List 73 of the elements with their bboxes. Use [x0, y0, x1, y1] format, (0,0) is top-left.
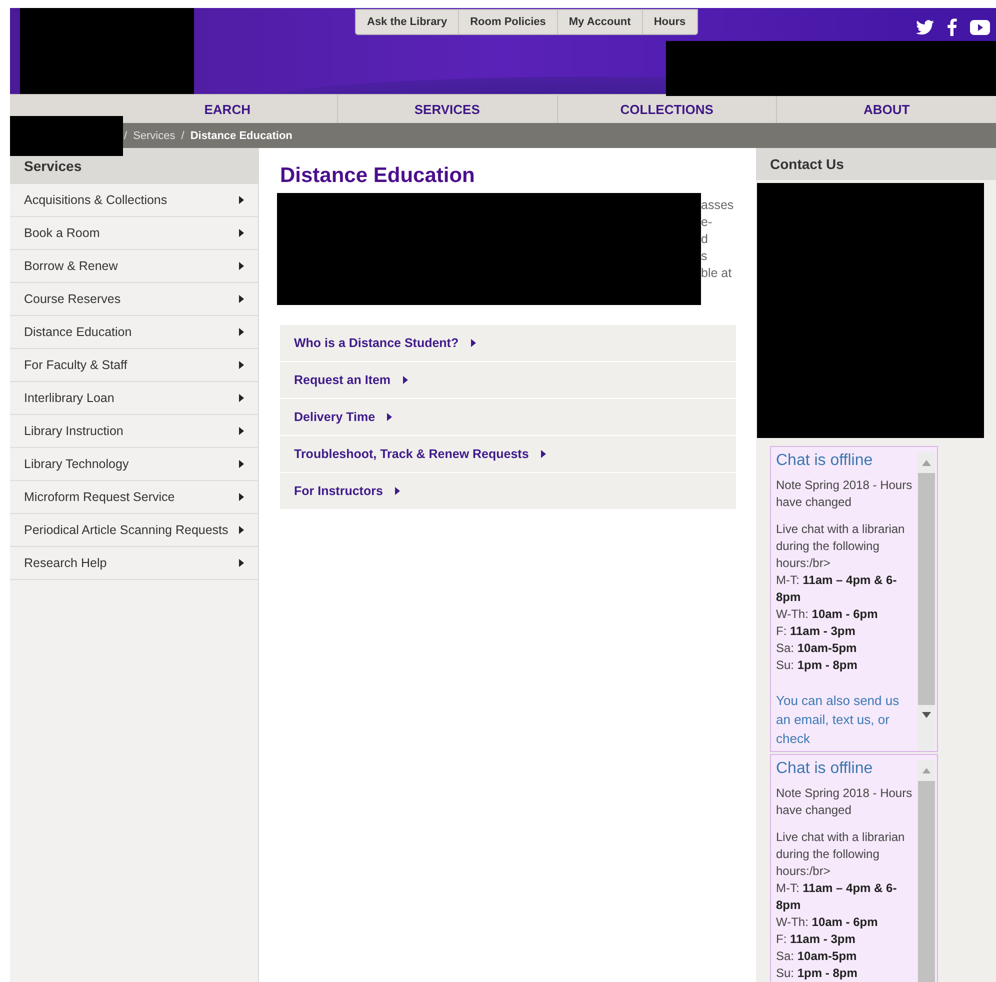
breadcrumb-separator: /	[181, 130, 184, 142]
breadcrumb-link[interactable]: Services	[133, 130, 176, 142]
sidebar-item[interactable]: Course Reserves	[10, 283, 258, 316]
hours-line: M-T: 11am – 4pm & 6-8pm	[776, 572, 898, 606]
caret-icon	[239, 394, 244, 402]
sidebar-item[interactable]: Borrow & Renew	[10, 250, 258, 283]
contact-link[interactable]: You can also send us an email, text us, or check	[776, 691, 917, 748]
hours-line: F: 11am - 3pm	[776, 623, 856, 640]
hours-line: Sa: 10am-5pm	[776, 640, 858, 657]
sidebar-title: Contact Us	[756, 148, 996, 180]
hours-line: Sa: 10am-5pm	[776, 948, 858, 965]
caret-icon	[239, 526, 244, 534]
sidebar-item[interactable]: Periodical Article Scanning Requests	[10, 514, 258, 547]
play-button-icon[interactable]	[970, 20, 990, 34]
text-fragment: s	[701, 248, 708, 265]
caret-icon	[239, 196, 244, 204]
note-text: Note Spring 2018 - Hours have changed	[776, 477, 914, 511]
hours-line: W-Th: 10am - 6pm	[776, 914, 879, 931]
accordion-item[interactable]: Troubleshoot, Track & Renew Requests	[280, 436, 736, 473]
sidebar-item[interactable]: Microform Request Service	[10, 481, 258, 514]
accordion-item[interactable]: Who is a Distance Student?	[280, 325, 736, 362]
note-text: Note Spring 2018 - Hours have changed	[776, 785, 914, 819]
caret-icon	[239, 295, 244, 303]
caret-icon	[239, 328, 244, 336]
top-link[interactable]: Hours	[642, 10, 697, 34]
accordion-item[interactable]: For Instructors	[280, 473, 736, 510]
bird-icon[interactable]	[916, 20, 934, 34]
caret-icon	[540, 450, 546, 458]
chat-status: Chat is offline	[776, 759, 874, 779]
page-title: Distance Education	[280, 164, 476, 188]
breadcrumb-link[interactable]: Distance Education	[190, 130, 292, 142]
top-link[interactable]: Room Policies	[458, 10, 557, 34]
sidebar-item[interactable]: Distance Education	[10, 316, 258, 349]
hours-line: Su: 1pm - 8pm	[776, 965, 858, 982]
sidebar-item[interactable]: Book a Room	[10, 217, 258, 250]
accordion-item[interactable]: Delivery Time	[280, 399, 736, 436]
caret-icon	[239, 262, 244, 270]
caret-icon	[239, 493, 244, 501]
breadcrumb-separator: /	[124, 130, 128, 142]
chat-hours-intro: Live chat with a librarian during the following hours:/br>	[776, 521, 906, 572]
sidebar-item[interactable]: Library Technology	[10, 448, 258, 481]
caret-icon	[239, 229, 244, 237]
caret-icon	[239, 460, 244, 468]
scrollbar[interactable]	[917, 452, 935, 751]
caret-icon	[387, 413, 392, 421]
sidebar-item[interactable]: Interlibrary Loan	[10, 382, 258, 415]
caret-icon	[394, 487, 400, 495]
nav-link[interactable]: EARCH	[10, 95, 337, 123]
sidebar-item[interactable]: For Faculty & Staff	[10, 349, 258, 382]
sidebar-item[interactable]: Library Instruction	[10, 415, 258, 448]
chat-status: Chat is offline	[776, 451, 874, 471]
caret-icon	[239, 427, 244, 435]
text-fragment: e-	[701, 214, 714, 231]
hours-line: F: 11am - 3pm	[776, 931, 856, 948]
caret-icon	[470, 339, 476, 347]
hours-line: W-Th: 10am - 6pm	[776, 606, 879, 623]
down-arrow-icon[interactable]	[922, 712, 930, 718]
caret-icon	[239, 361, 244, 369]
hours-line: M-T: 11am – 4pm & 6-8pm	[776, 880, 898, 914]
text-fragment: d	[701, 231, 709, 248]
sidebar-item[interactable]: Acquisitions & Collections	[10, 184, 258, 217]
facebook-icon[interactable]	[947, 18, 957, 36]
hours-line: Su: 1pm - 8pm	[776, 657, 858, 674]
text-fragment: asses	[701, 197, 734, 214]
sidebar-item[interactable]: Research Help	[10, 547, 258, 580]
caret-icon	[239, 559, 244, 567]
caret-icon	[402, 376, 408, 384]
chat-hours-intro: Live chat with a librarian during the following hours:/br>	[776, 829, 906, 880]
accordion-item[interactable]: Request an Item	[280, 362, 736, 399]
text-fragment: ble at	[701, 265, 733, 282]
top-link[interactable]: My Account	[556, 10, 642, 34]
top-link[interactable]: Ask the Library	[356, 10, 458, 34]
scrollbar[interactable]	[917, 760, 935, 982]
